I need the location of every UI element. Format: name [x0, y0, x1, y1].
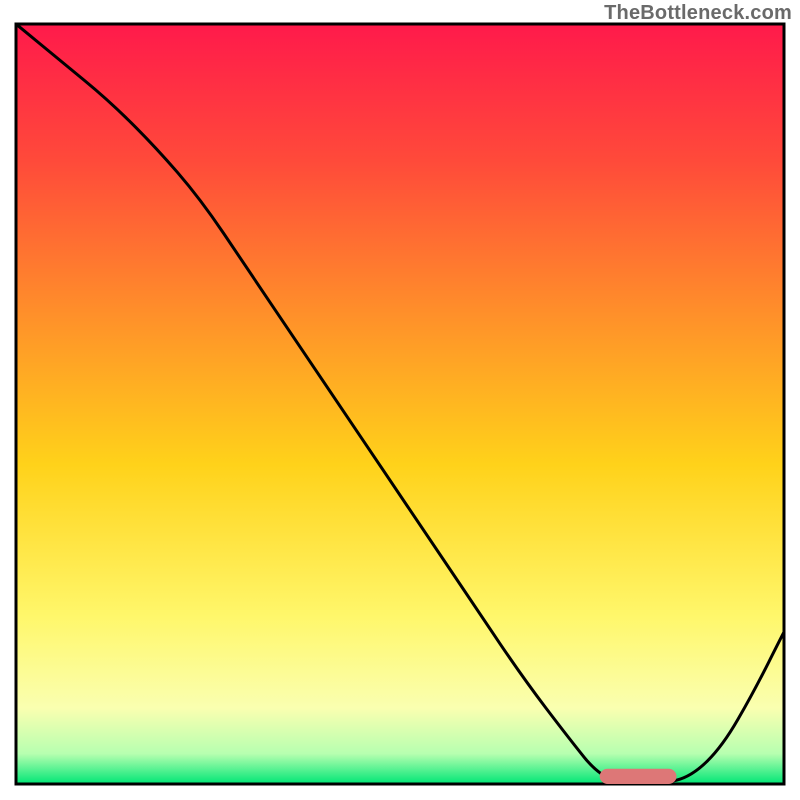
optimal-marker [600, 769, 677, 784]
gradient-background [16, 24, 784, 784]
bottleneck-chart [0, 0, 800, 800]
